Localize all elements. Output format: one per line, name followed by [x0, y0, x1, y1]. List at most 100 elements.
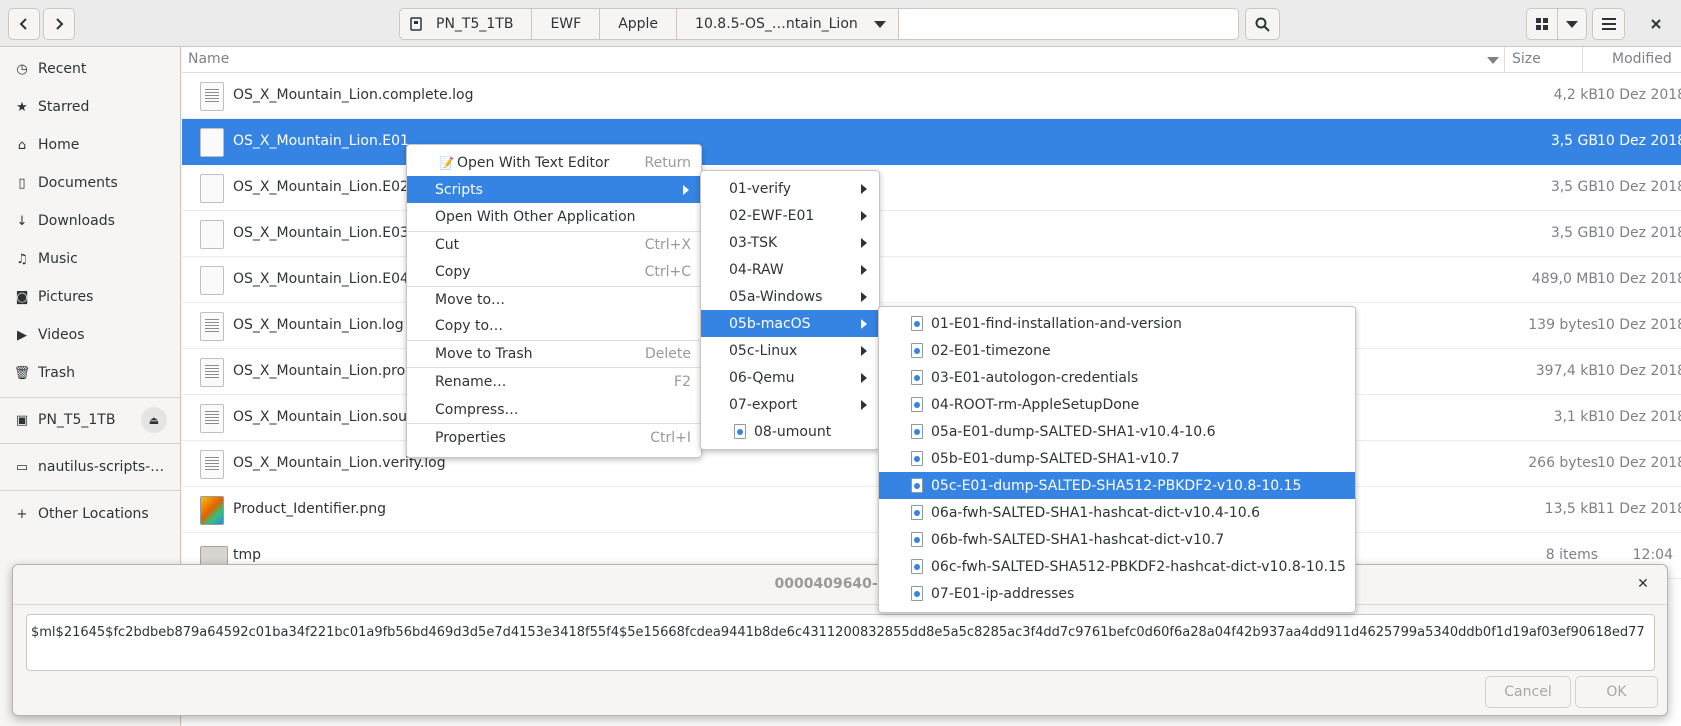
file-name: OS_X_Mountain_Lion.E03 [233, 225, 409, 241]
sidebar-item-drive[interactable]: ▣ PN_T5_1TB ⏏ [0, 401, 181, 439]
file-size: 3,5 GB [1550, 225, 1598, 241]
script-01-find-installation[interactable]: 01-E01-find-installation-and-version [879, 310, 1355, 337]
script-folder-05c-linux[interactable]: 05c-Linux [701, 337, 879, 364]
text-file-icon [200, 82, 224, 111]
script-04-rm-applesetupdone[interactable]: 04-ROOT-rm-AppleSetupDone [879, 391, 1355, 418]
sidebar-divider [0, 397, 181, 398]
sidebar-item-trash[interactable]: 🗑 Trash [0, 354, 181, 392]
chevron-down-icon [873, 21, 886, 28]
file-size: 266 bytes [1528, 455, 1598, 471]
menu-item-open-with-text-editor[interactable]: 📝 Open With Text Editor Return [407, 149, 701, 176]
file-name: OS_X_Mountain_Lion.E02 [233, 179, 409, 195]
menu-item-properties[interactable]: Properties Ctrl+I [407, 424, 701, 451]
script-06b-hashcat-sha1[interactable]: 06b-fwh-SALTED-SHA1-hashcat-dict-v10.7 [879, 526, 1355, 553]
breadcrumb-current[interactable]: 10.8.5-OS_…ntain_Lion [677, 9, 899, 39]
star-icon: ★ [16, 99, 28, 115]
ok-button[interactable]: OK [1575, 676, 1658, 708]
menu-item-rename[interactable]: Rename… F2 [407, 368, 701, 395]
window-close-button[interactable] [1640, 8, 1672, 40]
script-02-timezone[interactable]: 02-E01-timezone [879, 337, 1355, 364]
dialog-close-button[interactable]: ✕ [1633, 574, 1653, 594]
menu-item-move-to[interactable]: Move to… [407, 286, 701, 313]
column-size-header[interactable]: Size [1512, 51, 1541, 67]
file-modified: 10 Dez 2018 [1597, 133, 1681, 149]
sidebar-item-downloads[interactable]: ↓ Downloads [0, 202, 181, 240]
main-menu-button[interactable] [1592, 8, 1625, 40]
trash-icon: 🗑 [13, 365, 31, 381]
menu-item-label: Move to Trash [435, 345, 533, 362]
menu-item-label: Cut [435, 236, 460, 253]
sidebar-item-videos[interactable]: ▶ Videos [0, 316, 181, 354]
file-modified: 10 Dez 2018 [1597, 363, 1681, 379]
sidebar-item-bookmark[interactable]: ▭ nautilus-scripts-… [0, 448, 181, 486]
script-07-ip-addresses[interactable]: 07-E01-ip-addresses [879, 580, 1355, 607]
menu-item-scripts[interactable]: Scripts [407, 176, 701, 203]
back-button[interactable] [8, 8, 40, 40]
sidebar-item-home[interactable]: ⌂ Home [0, 126, 181, 164]
column-divider [1582, 47, 1583, 73]
menu-item-label: 05a-Windows [729, 288, 823, 305]
sidebar-item-documents[interactable]: ▯ Documents [0, 164, 181, 202]
script-icon [911, 370, 923, 385]
file-icon [200, 128, 224, 157]
sidebar-item-label: Recent [38, 61, 87, 77]
menu-item-move-to-trash[interactable]: Move to Trash Delete [407, 340, 701, 367]
submenu-arrow-icon [861, 184, 867, 194]
script-folder-06-qemu[interactable]: 06-Qemu [701, 364, 879, 391]
cancel-button[interactable]: Cancel [1485, 676, 1571, 708]
script-icon [911, 316, 923, 331]
view-toggle-button[interactable] [1526, 8, 1558, 40]
search-button[interactable] [1245, 8, 1280, 40]
breadcrumb-drive[interactable]: PN_T5_1TB [400, 9, 533, 39]
view-options-button[interactable] [1557, 8, 1587, 40]
menu-item-copy[interactable]: Copy Ctrl+C [407, 258, 701, 285]
file-row[interactable]: OS_X_Mountain_Lion.complete.log 4,2 kB 10 … [182, 73, 1681, 119]
hash-entry[interactable]: $ml$21645$fc2bdbeb879a64592c01ba34f221bc… [26, 614, 1655, 671]
script-folder-01-verify[interactable]: 01-verify [701, 175, 879, 202]
script-05b-dump-sha1[interactable]: 05b-E01-dump-SALTED-SHA1-v10.7 [879, 445, 1355, 472]
eject-icon[interactable]: ⏏ [141, 407, 167, 433]
file-modified: 10 Dez 2018 [1597, 225, 1681, 241]
menu-item-open-with-other[interactable]: Open With Other Application [407, 203, 701, 230]
script-06a-hashcat-sha1[interactable]: 06a-fwh-SALTED-SHA1-hashcat-dict-v10.4-1… [879, 499, 1355, 526]
script-05c-dump-sha512[interactable]: 05c-E01-dump-SALTED-SHA512-PBKDF2-v10.8-… [879, 472, 1355, 499]
sidebar-item-music[interactable]: ♫ Music [0, 240, 181, 278]
menu-item-copy-to[interactable]: Copy to… [407, 312, 701, 339]
submenu-arrow-icon [861, 346, 867, 356]
column-modified-header[interactable]: Modified [1612, 51, 1672, 67]
sidebar-item-other-locations[interactable]: + Other Locations [0, 495, 181, 533]
folder-icon: ▭ [15, 459, 29, 475]
menu-item-compress[interactable]: Compress… [407, 396, 701, 423]
forward-button[interactable] [43, 8, 75, 40]
sidebar-item-recent[interactable]: ◷ Recent [0, 50, 181, 88]
submenu-arrow-icon [861, 292, 867, 302]
column-name-header[interactable]: Name [188, 51, 229, 67]
grid-view-icon [1536, 18, 1548, 30]
file-name: OS_X_Mountain_Lion.complete.log [233, 87, 474, 103]
script-06c-hashcat-sha512[interactable]: 06c-fwh-SALTED-SHA512-PBKDF2-hashcat-dic… [879, 553, 1355, 580]
script-05a-dump-sha1[interactable]: 05a-E01-dump-SALTED-SHA1-v10.4-10.6 [879, 418, 1355, 445]
menu-item-label: 05b-E01-dump-SALTED-SHA1-v10.7 [931, 450, 1180, 467]
script-icon [911, 424, 923, 439]
sidebar-item-label: Home [38, 137, 80, 153]
dialog-titlebar: 0000409640-has ✕ [13, 565, 1667, 605]
script-icon [911, 505, 923, 520]
drive-icon: ▣ [15, 412, 29, 428]
sidebar-item-label: Pictures [38, 289, 94, 305]
sidebar-item-pictures[interactable]: ◙ Pictures [0, 278, 181, 316]
script-03-autologon[interactable]: 03-E01-autologon-credentials [879, 364, 1355, 391]
script-folder-02-ewf-e01[interactable]: 02-EWF-E01 [701, 202, 879, 229]
breadcrumb-ewf[interactable]: EWF [532, 9, 601, 39]
script-folder-03-tsk[interactable]: 03-TSK [701, 229, 879, 256]
script-08-umount[interactable]: 08-umount [701, 418, 879, 445]
image-file-icon [200, 496, 224, 525]
breadcrumb-apple[interactable]: Apple [600, 9, 678, 39]
text-file-icon [200, 312, 224, 341]
script-folder-05a-windows[interactable]: 05a-Windows [701, 283, 879, 310]
script-folder-04-raw[interactable]: 04-RAW [701, 256, 879, 283]
sidebar-item-starred[interactable]: ★ Starred [0, 88, 181, 126]
script-folder-05b-macos[interactable]: 05b-macOS [701, 310, 879, 337]
file-modified: 10 Dez 2018 [1597, 409, 1681, 425]
menu-item-cut[interactable]: Cut Ctrl+X [407, 231, 701, 258]
script-folder-07-export[interactable]: 07-export [701, 391, 879, 418]
